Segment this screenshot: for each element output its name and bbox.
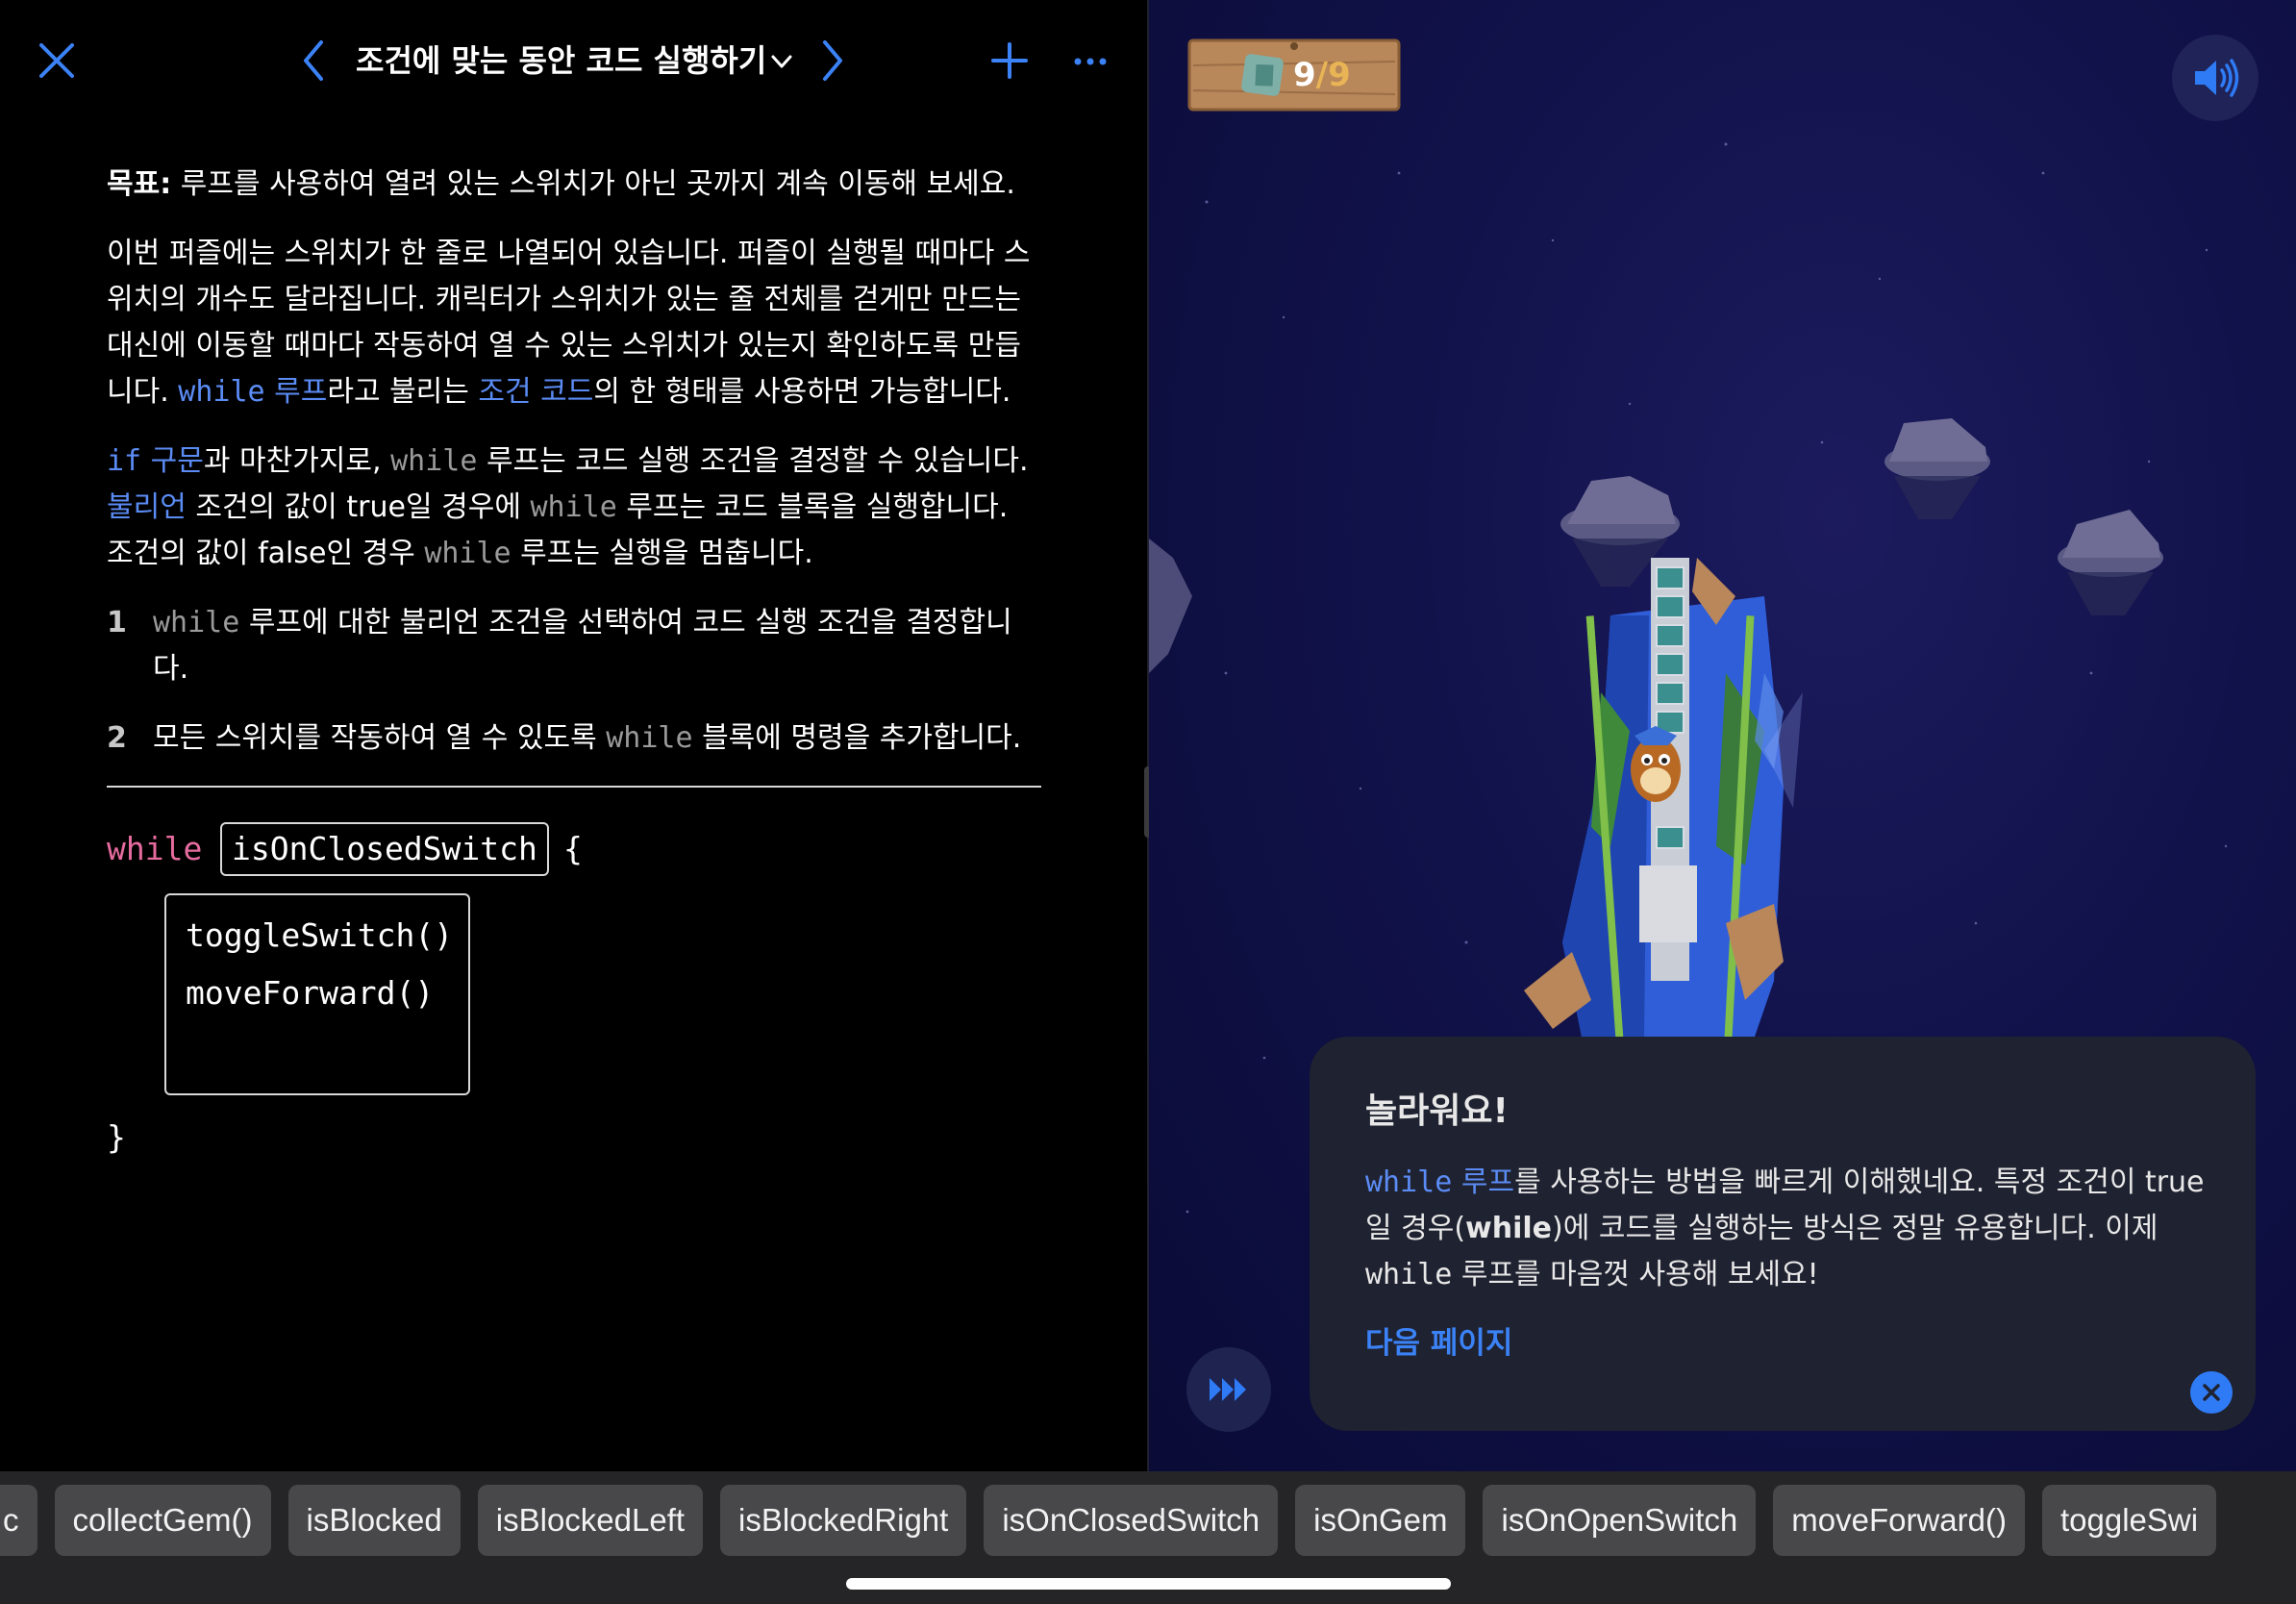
step-number: 1	[107, 606, 127, 639]
shortcut-chip-is-blocked-left[interactable]: isBlockedLeft	[477, 1485, 704, 1556]
goal-paragraph: 목표: 루프를 사용하여 열려 있는 스위치가 아닌 곳까지 계속 이동해 보세…	[107, 162, 1043, 208]
code-line-toggle-switch[interactable]: toggleSwitch()	[186, 915, 453, 957]
step-text-end: 블록에 명령을 추가합니다.	[692, 721, 1022, 755]
speaker-icon	[2195, 59, 2239, 97]
explanation-text-1: 과 마찬가지로,	[203, 444, 391, 478]
byte-character	[1631, 726, 1681, 802]
while-inline-code: while	[390, 444, 478, 478]
while-inline-code: while	[1365, 1258, 1453, 1291]
code-line-move-forward[interactable]: moveForward()	[186, 972, 434, 1015]
editor-pane: 조건에 맞는 동안 코드 실행하기 목표: 루프를 사용하여 열려 있는 스위치…	[0, 0, 1146, 1471]
explanation-text-2: 루프는 코드 실행 조건을 결정할 수 있습니다.	[477, 444, 1029, 478]
title-dropdown-chevron[interactable]	[769, 50, 794, 73]
chevron-down-icon	[771, 55, 792, 68]
boolean-glossary-link[interactable]: 불리언	[107, 490, 187, 524]
step-text: 루프에 대한 불리언 조건을 선택하여 코드 실행 조건을 결정합니다.	[153, 606, 1012, 686]
home-indicator[interactable]	[846, 1578, 1451, 1590]
shortcut-chips: c collectGem() isBlocked isBlockedLeft i…	[0, 1485, 2217, 1556]
success-hint-card: 놀라워요! while 루프를 사용하는 방법을 빠르게 이해했네요. 특정 조…	[1310, 1037, 2256, 1431]
while-code: while	[1365, 1165, 1453, 1199]
hint-close-button[interactable]	[2190, 1371, 2233, 1414]
gems-separator: /	[1315, 56, 1329, 94]
previous-page-button[interactable]	[300, 38, 329, 83]
floating-island-edge	[1149, 539, 1192, 673]
intro-mid-text: 라고 불리는	[327, 375, 479, 409]
shortcut-chip-is-on-closed-switch[interactable]: isOnClosedSwitch	[984, 1485, 1279, 1556]
if-statement-glossary-link[interactable]: if 구문	[107, 444, 204, 478]
hint-text-3: 루프를 마음껏 사용해 보세요!	[1452, 1258, 1819, 1291]
step-text: 모든 스위치를 작동하여 열 수 있도록	[153, 721, 607, 755]
close-brace: }	[107, 1118, 126, 1156]
add-button[interactable]	[990, 38, 1029, 83]
gems-total: 9	[1328, 56, 1351, 94]
close-icon	[39, 43, 74, 78]
while-inline-code: while	[606, 721, 693, 755]
close-icon	[2203, 1384, 2220, 1401]
gem-count-text: 9/9	[1293, 48, 1351, 102]
plus-icon	[991, 42, 1028, 79]
shortcut-chip[interactable]: c	[0, 1485, 37, 1556]
next-page-link[interactable]: 다음 페이지	[1365, 1321, 1512, 1366]
hint-body: while 루프를 사용하는 방법을 빠르게 이해했네요. 특정 조건이 tru…	[1365, 1160, 2211, 1298]
gems-collected: 9	[1293, 56, 1316, 94]
close-button[interactable]	[35, 38, 79, 83]
loop-word: 루프	[264, 375, 328, 409]
sound-button[interactable]	[2172, 35, 2259, 121]
shortcut-chip-move-forward[interactable]: moveForward()	[1773, 1485, 2025, 1556]
loop-word: 루프	[1452, 1165, 1515, 1199]
more-button[interactable]	[1073, 50, 1108, 73]
statement-word: 구문	[141, 444, 204, 478]
explanation-paragraph: if 구문과 마찬가지로, while 루프는 코드 실행 조건을 결정할 수 …	[107, 439, 1043, 577]
divider	[107, 786, 1041, 788]
ellipsis-icon	[1074, 58, 1107, 65]
while-loop-glossary-link[interactable]: while 루프	[178, 375, 327, 409]
condition-token[interactable]: isOnClosedSwitch	[220, 822, 549, 876]
while-inline-code: while	[424, 537, 512, 570]
chevron-left-icon	[304, 40, 323, 81]
shortcut-chip-is-blocked[interactable]: isBlocked	[287, 1485, 461, 1556]
fast-forward-icon	[1210, 1378, 1246, 1401]
hint-text-2: )에 코드를 실행하는 방식은 정말 유용합니다. 이제	[1552, 1212, 2159, 1245]
while-loop-glossary-link[interactable]: while 루프	[1365, 1165, 1514, 1199]
live-view: 9/9 놀라워요! while 루프를 사용하는 방법을 빠르게 이해했네요. …	[1149, 0, 2296, 1471]
shortcut-chip-is-on-gem[interactable]: isOnGem	[1295, 1485, 1466, 1556]
while-body-block[interactable]: toggleSwitch() moveForward()	[164, 893, 470, 1095]
shortcut-chip-collect-gem[interactable]: collectGem()	[54, 1485, 271, 1556]
step-2: 2 모든 스위치를 작동하여 열 수 있도록 while 블록에 명령을 추가합…	[107, 715, 1043, 762]
goal-label: 목표:	[107, 167, 172, 201]
next-page-button[interactable]	[817, 38, 846, 83]
shortcut-chip-is-on-open-switch[interactable]: isOnOpenSwitch	[1483, 1485, 1757, 1556]
step-1: 1 while 루프에 대한 불리언 조건을 선택하여 코드 실행 조건을 결정…	[107, 600, 1043, 692]
while-keyword: while	[107, 830, 203, 867]
while-inline-code: while	[530, 490, 617, 524]
explanation-text-5: 루프는 실행을 멈춥니다.	[511, 537, 813, 570]
goal-text: 루프를 사용하여 열려 있는 스위치가 아닌 곳까지 계속 이동해 보세요.	[171, 167, 1015, 201]
run-speed-button[interactable]	[1186, 1347, 1271, 1432]
intro-end-text: 의 한 형태를 사용하면 가능합니다.	[593, 375, 1011, 409]
hint-title: 놀라워요!	[1365, 1091, 1509, 1131]
floating-island	[1884, 418, 1990, 519]
explanation-text-3: 조건의 값이 true일 경우에	[186, 490, 531, 524]
floating-island	[2058, 510, 2163, 615]
shortcut-chip-is-blocked-right[interactable]: isBlockedRight	[720, 1485, 967, 1556]
hint-bold-while: while	[1465, 1212, 1553, 1245]
intro-paragraph: 이번 퍼즐에는 스위치가 한 줄로 나열되어 있습니다. 퍼즐이 실행될 때마다…	[107, 231, 1043, 415]
shortcut-chip-toggle-switch[interactable]: toggleSwi	[2041, 1485, 2217, 1556]
chevron-right-icon	[823, 40, 842, 81]
while-code: while	[178, 375, 265, 409]
step-number: 2	[107, 721, 127, 755]
if-code: if	[107, 444, 142, 478]
conditional-code-glossary-link[interactable]: 조건 코드	[478, 375, 593, 409]
while-inline-code: while	[153, 606, 240, 639]
instructions: 목표: 루프를 사용하여 열려 있는 스위치가 아닌 곳까지 계속 이동해 보세…	[107, 162, 1043, 785]
page-title[interactable]: 조건에 맞는 동안 코드 실행하기	[356, 38, 766, 83]
open-brace: {	[563, 830, 583, 867]
